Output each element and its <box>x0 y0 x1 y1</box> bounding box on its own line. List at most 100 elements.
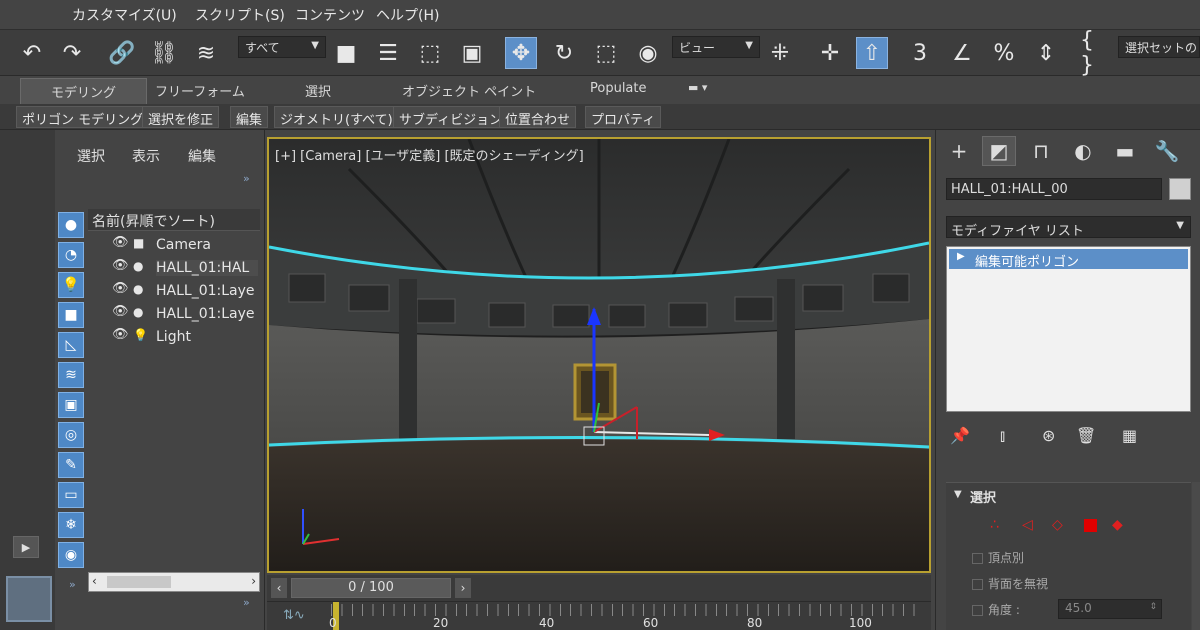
modify-tab-icon[interactable]: ◩ <box>982 136 1016 166</box>
border-mode-icon[interactable]: ◇ <box>1052 517 1063 533</box>
named-selection-set-field[interactable]: 選択セットの <box>1118 36 1200 58</box>
rollout-collapse-icon[interactable]: ▼ <box>954 489 962 500</box>
menu-help[interactable]: ヘルプ(H) <box>376 5 439 25</box>
spinner-snap-icon[interactable]: ⇕ <box>1030 37 1062 69</box>
undo-icon[interactable]: ↶ <box>16 37 48 69</box>
scene-row-layer-1[interactable]: 👁 ● HALL_01:Laye <box>100 281 260 303</box>
stack-item-editable-poly[interactable]: ▶ 編集可能ポリゴン <box>949 249 1188 270</box>
snaps-toggle-icon[interactable]: 3 <box>904 37 936 69</box>
scene-row-hall-00[interactable]: 👁 ● HALL_01:HAL <box>100 258 260 280</box>
percent-snap-icon[interactable]: % <box>988 37 1020 69</box>
ribbon-edit[interactable]: 編集 <box>230 106 269 128</box>
filter-cameras-icon[interactable]: ■ <box>58 302 84 328</box>
object-color-swatch[interactable] <box>1169 178 1191 200</box>
tab-selection[interactable]: 選択 <box>305 81 331 100</box>
redo-icon[interactable]: ↷ <box>56 37 88 69</box>
scroll-right-icon[interactable]: › <box>251 574 256 588</box>
scale-icon[interactable]: ⬚ <box>590 37 622 69</box>
pivot-center-icon[interactable]: ⁜ <box>764 37 796 69</box>
display-tab-icon[interactable]: ▬ <box>1108 136 1142 166</box>
link-icon[interactable]: 🔗 <box>106 37 138 69</box>
prev-frame-icon[interactable]: ‹ <box>271 578 287 598</box>
edge-mode-icon[interactable]: ◁ <box>1022 517 1033 533</box>
utilities-tab-icon[interactable]: 🔧 <box>1150 136 1184 166</box>
ribbon-properties[interactable]: プロパティ <box>585 106 662 128</box>
filter-groups-icon[interactable]: ▣ <box>58 392 84 418</box>
placement-icon[interactable]: ◉ <box>632 37 664 69</box>
tab-modeling[interactable]: モデリング <box>20 78 148 105</box>
window-crossing-icon[interactable]: ▣ <box>456 37 488 69</box>
track-bar[interactable]: ⇅∿ 0 20 40 60 80 100 <box>267 601 931 630</box>
unlink-icon[interactable]: ⛓ <box>148 37 180 69</box>
pin-stack-icon[interactable]: 📌 <box>950 426 970 445</box>
rotate-icon[interactable]: ↻ <box>548 37 580 69</box>
menu-content[interactable]: コンテンツ <box>295 5 365 25</box>
angle-snap-icon[interactable]: ∠ <box>946 37 978 69</box>
eye-icon[interactable]: 👁 <box>112 327 129 342</box>
scene-row-light[interactable]: 👁 💡 Light <box>100 327 260 349</box>
filter-hidden-icon[interactable]: ◉ <box>58 542 84 568</box>
time-slider[interactable]: ‹ 0 / 100 › <box>267 575 931 601</box>
ribbon-align[interactable]: 位置合わせ <box>499 106 577 128</box>
expand-triangle-icon[interactable]: ▶ <box>957 251 965 262</box>
filter-helpers-icon[interactable]: ◺ <box>58 332 84 358</box>
select-by-name-icon[interactable]: ☰ <box>372 37 404 69</box>
object-name-field[interactable]: HALL_01:HALL_00 <box>946 178 1162 200</box>
maxscript-listener-icon[interactable] <box>6 576 52 622</box>
make-unique-icon[interactable]: ⊛ <box>1042 426 1055 445</box>
rect-selection-icon[interactable]: ⬚ <box>414 37 446 69</box>
ignore-backfacing-checkbox[interactable] <box>972 579 983 590</box>
tab-populate[interactable]: Populate <box>590 81 647 96</box>
expand-panel-icon[interactable]: ▶ <box>13 536 39 558</box>
command-panel-scrollbar[interactable] <box>1192 482 1200 630</box>
scene-collapse-icon[interactable]: » <box>69 578 76 591</box>
angle-spinner[interactable]: 45.0 ⇕ <box>1058 599 1162 619</box>
select-object-icon[interactable]: ■ <box>330 37 362 69</box>
scene-menu-overflow-icon[interactable]: » <box>243 172 250 185</box>
configure-modifier-sets-icon[interactable]: ▦ <box>1122 426 1137 445</box>
hierarchy-tab-icon[interactable]: ⊓ <box>1024 136 1058 166</box>
rollout-title[interactable]: 選択 <box>970 487 996 506</box>
edit-named-selection-icon[interactable]: { } <box>1080 28 1112 78</box>
modifier-list-dropdown[interactable]: モディファイヤ リスト ▼ <box>946 216 1191 238</box>
filter-spacewarps-icon[interactable]: ≋ <box>58 362 84 388</box>
tab-freeform[interactable]: フリーフォーム <box>155 81 245 100</box>
eye-icon[interactable]: 👁 <box>112 235 129 250</box>
viewport-label[interactable]: [+] [Camera] [ユーザ定義] [既定のシェーディング] <box>275 145 584 164</box>
ribbon-polygon-modeling[interactable]: ポリゴン モデリング <box>16 106 150 128</box>
eye-icon[interactable]: 👁 <box>112 281 129 296</box>
filter-containers-icon[interactable]: ▭ <box>58 482 84 508</box>
motion-tab-icon[interactable]: ◐ <box>1066 136 1100 166</box>
filter-geometry-icon[interactable]: ● <box>58 212 84 238</box>
move-icon[interactable]: ✥ <box>505 37 537 69</box>
camera-viewport[interactable]: [+] [Camera] [ユーザ定義] [既定のシェーディング] <box>267 137 931 573</box>
scene-menu-edit[interactable]: 編集 <box>188 146 216 166</box>
create-tab-icon[interactable]: + <box>942 136 976 166</box>
scroll-left-icon[interactable]: ‹ <box>92 574 97 588</box>
by-angle-checkbox[interactable] <box>972 605 983 616</box>
scene-column-header[interactable]: 名前(昇順でソート) <box>88 209 260 231</box>
filter-shapes-icon[interactable]: ◔ <box>58 242 84 268</box>
element-mode-icon[interactable]: ◆ <box>1112 517 1123 533</box>
scene-row-layer-2[interactable]: 👁 ● HALL_01:Laye <box>100 304 260 326</box>
scene-horizontal-scrollbar[interactable]: ‹ › <box>88 572 260 592</box>
eye-icon[interactable]: 👁 <box>112 258 129 273</box>
filter-xrefs-icon[interactable]: ◎ <box>58 422 84 448</box>
by-vertex-checkbox[interactable] <box>972 553 983 564</box>
menu-script[interactable]: スクリプト(S) <box>195 5 285 25</box>
scene-row-camera[interactable]: 👁 ■ Camera <box>100 235 260 257</box>
filter-frozen-icon[interactable]: ❄ <box>58 512 84 538</box>
ribbon-subdivision[interactable]: サブディビジョン <box>393 106 509 128</box>
show-end-result-icon[interactable]: ⫾ <box>1000 426 1005 446</box>
ribbon-modify-selection[interactable]: 選択を修正 <box>142 106 220 128</box>
selection-filter-dropdown[interactable]: すべて ▼ <box>238 36 326 58</box>
curve-editor-icon[interactable]: ⇅∿ <box>283 608 305 623</box>
filter-bones-icon[interactable]: ✎ <box>58 452 84 478</box>
spinner-arrows-icon[interactable]: ⇕ <box>1149 602 1157 612</box>
tab-object-paint[interactable]: オブジェクト ペイント <box>402 81 536 100</box>
eye-icon[interactable]: 👁 <box>112 304 129 319</box>
time-slider-thumb[interactable]: 0 / 100 <box>291 578 451 598</box>
remove-modifier-icon[interactable]: 🗑 <box>1076 426 1096 445</box>
scene-menu-display[interactable]: 表示 <box>132 146 160 166</box>
next-frame-icon[interactable]: › <box>455 578 471 598</box>
